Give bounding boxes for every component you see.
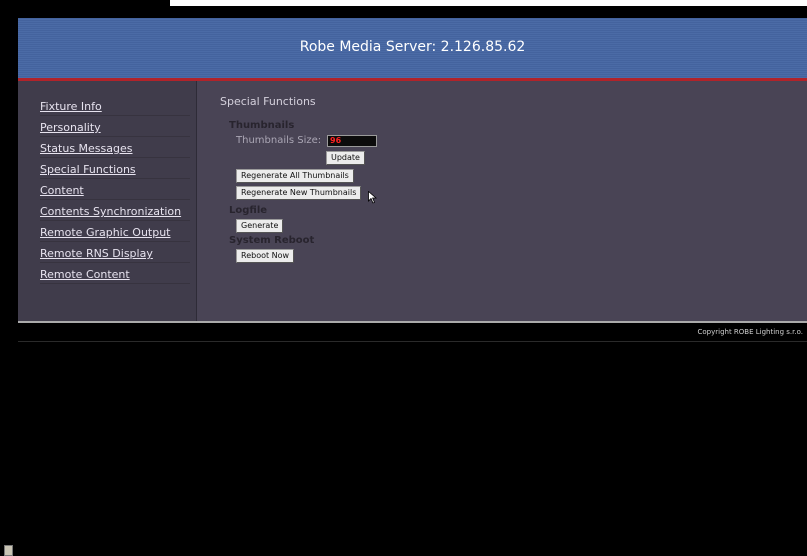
- page-header: Robe Media Server: 2.126.85.62: [18, 18, 807, 78]
- sidebar-item-status-messages: Status Messages: [40, 137, 190, 158]
- personality-link[interactable]: Personality: [40, 118, 101, 138]
- thumbnails-heading: Thumbnails: [229, 120, 295, 131]
- generate-logfile-button[interactable]: Generate: [236, 219, 284, 233]
- mouse-cursor-icon: [368, 191, 377, 204]
- remote-content-link[interactable]: Remote Content: [40, 265, 130, 285]
- sidebar-item-content: Content: [40, 179, 190, 200]
- section-title: Special Functions: [220, 95, 316, 108]
- reboot-now-button[interactable]: Reboot Now: [236, 249, 295, 263]
- thumbnails-size-row: Thumbnails Size: 96: [236, 133, 780, 149]
- contents-synchronization-link[interactable]: Contents Synchronization: [40, 202, 181, 222]
- top-strip: [0, 0, 807, 18]
- sidebar-item-contents-sync: Contents Synchronization: [40, 200, 190, 221]
- sidebar-item-fixture-info: Fixture Info: [40, 95, 190, 116]
- sidebar-item-personality: Personality: [40, 116, 190, 137]
- sidebar-item-remote-content: Remote Content: [40, 263, 190, 284]
- system-reboot-heading: System Reboot: [229, 235, 315, 246]
- fixture-info-link[interactable]: Fixture Info: [40, 97, 102, 117]
- top-black-band: [0, 6, 807, 18]
- update-button[interactable]: Update: [326, 151, 365, 165]
- regenerate-all-thumbnails-button[interactable]: Regenerate All Thumbnails: [236, 169, 354, 183]
- main-panel: Fixture Info Personality Status Messages…: [18, 81, 807, 321]
- logfile-heading: Logfile: [229, 205, 268, 216]
- content-link[interactable]: Content: [40, 181, 84, 201]
- content-area: Special Functions Thumbnails Thumbnails …: [220, 95, 780, 265]
- copyright-text: Copyright ROBE Lighting s.r.o.: [697, 328, 804, 336]
- regen-all-row: Regenerate All Thumbnails: [236, 168, 780, 185]
- thumbnails-size-input[interactable]: 96: [327, 135, 377, 147]
- regenerate-new-thumbnails-button[interactable]: Regenerate New Thumbnails: [236, 186, 362, 200]
- footer: Copyright ROBE Lighting s.r.o.: [18, 323, 807, 342]
- taskbar-corner-icon[interactable]: [4, 545, 13, 556]
- page-title: Robe Media Server: 2.126.85.62: [299, 39, 526, 55]
- reboot-row: Reboot Now: [236, 248, 780, 265]
- sidebar-item-remote-graphic-output: Remote Graphic Output: [40, 221, 190, 242]
- generate-row: Generate: [236, 218, 780, 235]
- regen-new-row: Regenerate New Thumbnails: [236, 185, 780, 202]
- status-messages-link[interactable]: Status Messages: [40, 139, 133, 159]
- sidebar-item-remote-rns-display: Remote RNS Display: [40, 242, 190, 263]
- remote-rns-display-link[interactable]: Remote RNS Display: [40, 244, 153, 264]
- special-functions-link[interactable]: Special Functions: [40, 160, 136, 180]
- sidebar-item-special-functions: Special Functions: [40, 158, 190, 179]
- sidebar: Fixture Info Personality Status Messages…: [18, 81, 197, 321]
- sidebar-nav: Fixture Info Personality Status Messages…: [18, 81, 196, 284]
- remote-graphic-output-link[interactable]: Remote Graphic Output: [40, 223, 171, 243]
- update-row: Update: [326, 150, 780, 168]
- thumbnails-size-label: Thumbnails Size:: [236, 135, 322, 146]
